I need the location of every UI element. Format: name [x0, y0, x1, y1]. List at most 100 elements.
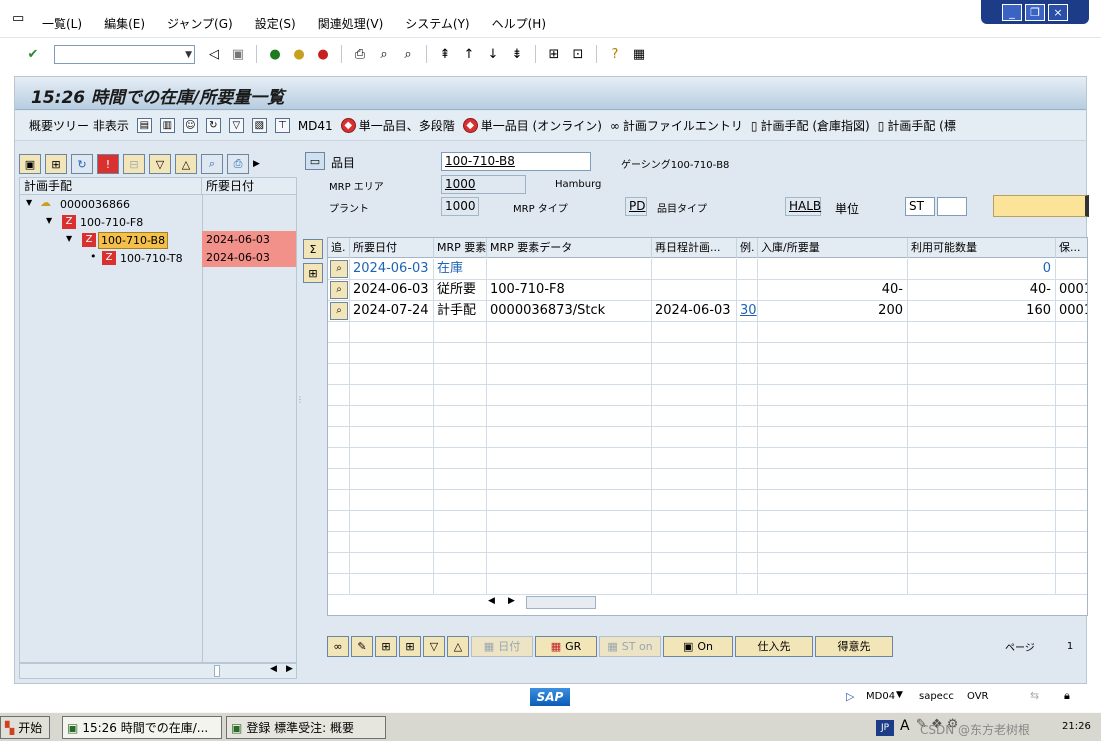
scroll-left-icon[interactable]: ◀ — [488, 596, 495, 606]
header-yellow-button[interactable] — [993, 195, 1089, 217]
shortcut-icon[interactable]: ⊡ — [569, 45, 587, 63]
close-button[interactable]: × — [1048, 3, 1068, 21]
new-session-icon[interactable]: ⊞ — [545, 45, 563, 63]
customer-button[interactable]: 得意先 — [815, 635, 893, 657]
planning-file-entry-button[interactable]: ∞ 計画ファイルエントリ — [610, 117, 743, 134]
next-page-icon[interactable]: ↓ — [484, 45, 502, 63]
tree-structure-icon[interactable]: ⊞ — [45, 154, 67, 174]
unit-field[interactable]: ST — [905, 197, 935, 216]
md41-button[interactable]: MD41 — [298, 119, 333, 133]
scroll-right-icon[interactable]: ▶ — [286, 664, 293, 674]
material-field[interactable]: 100-710-B8 — [441, 152, 591, 171]
col-header[interactable]: 再日程計画... — [652, 238, 737, 258]
table-cell[interactable] — [737, 280, 758, 301]
tree-expand-icon[interactable]: ▽ — [149, 154, 171, 174]
pane-splitter[interactable]: ⋮ — [296, 396, 304, 417]
col-header[interactable]: 利用可能数量 — [908, 238, 1056, 258]
help-icon[interactable]: ? — [606, 45, 624, 63]
table-row[interactable]: ⌕ 2024-06-03 在庫 0 — [328, 259, 1087, 280]
tree-row[interactable]: ▼ ☁ 0000036866 — [20, 195, 296, 213]
table-cell[interactable]: 30 — [737, 301, 758, 322]
col-header[interactable]: 追. — [328, 238, 350, 258]
tree-refresh-icon[interactable]: ↻ — [71, 154, 93, 174]
menu-system[interactable]: システム(Y) — [405, 15, 469, 32]
refresh-icon[interactable]: ↻ — [205, 118, 221, 133]
single-item-online-button[interactable]: ◆ 単一品目 (オンライン) — [462, 117, 602, 134]
document-icon[interactable]: ▥ — [159, 118, 175, 133]
planned-order-wh-button[interactable]: ▯ 計画手配 (倉庫指図) — [751, 117, 870, 134]
date-button[interactable]: ▦ 日付 — [471, 635, 533, 657]
person-icon[interactable]: ☺ — [182, 118, 198, 133]
chevron-down-icon[interactable]: ▼ — [896, 690, 903, 700]
scroll-right-icon[interactable]: ▶ — [508, 596, 515, 606]
back-icon[interactable]: ● — [266, 45, 284, 63]
mrp-area-field[interactable]: 1000 — [441, 175, 526, 194]
selection-icon[interactable]: ⊞ — [303, 263, 323, 283]
detail-search-icon[interactable]: ⌕ — [330, 302, 348, 320]
first-page-icon[interactable]: ⇞ — [436, 45, 454, 63]
table-cell[interactable] — [737, 259, 758, 280]
expand-icon[interactable]: ▽ — [423, 635, 445, 657]
layout-icon[interactable]: ▦ — [630, 45, 648, 63]
tree-find-icon[interactable]: ⌕ — [201, 154, 223, 174]
selection-icon[interactable]: ▧ — [251, 118, 267, 133]
start-button[interactable]: ▚ 开始 — [0, 716, 50, 739]
pencil-icon[interactable]: ✎ — [351, 635, 373, 657]
detail-search-icon[interactable]: ⌕ — [330, 260, 348, 278]
tree-exception-icon[interactable]: ! — [97, 154, 119, 174]
glasses-icon[interactable]: ∞ — [327, 635, 349, 657]
save-icon[interactable]: ▣ — [229, 45, 247, 63]
col-header[interactable]: 保... — [1056, 238, 1087, 258]
menu-jump[interactable]: ジャンプ(G) — [167, 15, 233, 32]
plant-field[interactable]: 1000 — [441, 197, 479, 216]
chevron-down-icon[interactable]: ▼ — [185, 50, 192, 60]
scroll-thumb[interactable] — [526, 596, 596, 609]
taskbar-item-sales[interactable]: ▣ 登録 標準受注: 概要 — [226, 716, 386, 739]
st-on-button[interactable]: ▦ ST on — [599, 635, 661, 657]
menu-icon[interactable]: ▭ — [12, 11, 28, 26]
tree-collapse-icon[interactable]: △ — [175, 154, 197, 174]
on-button[interactable]: ▣ On — [663, 635, 733, 657]
tree-row[interactable]: • Z 100-710-T8 2024-06-03 — [20, 249, 296, 267]
ime-icon[interactable]: A — [900, 718, 910, 734]
unit-extra-field[interactable] — [937, 197, 967, 216]
menu-edit[interactable]: 編集(E) — [104, 15, 145, 32]
col-header[interactable]: 所要日付 — [350, 238, 434, 258]
tree-col-date[interactable]: 所要日付 — [202, 178, 296, 194]
expand-arrow-icon[interactable]: ▼ — [46, 216, 52, 225]
tree-print-icon[interactable]: ⎙ — [227, 154, 249, 174]
last-page-icon[interactable]: ⇟ — [508, 45, 526, 63]
structure-add-icon[interactable]: ⊞ — [399, 635, 421, 657]
print-icon[interactable]: ⎙ — [351, 45, 369, 63]
tree-hierarchy-icon[interactable]: ⊟ — [123, 154, 145, 174]
tree-detail-icon[interactable]: ▣ — [19, 154, 41, 174]
scroll-thumb[interactable] — [214, 665, 220, 677]
grid-hscroll[interactable]: ◀ ▶ — [488, 595, 768, 611]
menu-help[interactable]: ヘルプ(H) — [492, 15, 546, 32]
minimize-button[interactable]: _ — [1002, 3, 1022, 21]
sum-icon[interactable]: Σ — [303, 239, 323, 259]
planned-order-std-button[interactable]: ▯ 計画手配 (標 — [878, 117, 956, 134]
more-arrow-icon[interactable]: ▶ — [253, 159, 260, 169]
expand-arrow-icon[interactable]: ▼ — [66, 234, 72, 243]
scroll-left-icon[interactable]: ◀ — [270, 664, 277, 674]
tree-col-node[interactable]: 計画手配 — [20, 178, 202, 194]
single-item-multilevel-button[interactable]: ◆ 単一品目、多段階 — [340, 117, 455, 134]
vendor-button[interactable]: 仕入先 — [735, 635, 813, 657]
structure-icon[interactable]: ⊞ — [375, 635, 397, 657]
menu-settings[interactable]: 設定(S) — [255, 15, 296, 32]
enter-icon[interactable]: ✔ — [24, 45, 42, 63]
cancel-icon[interactable]: ● — [314, 45, 332, 63]
table-row[interactable]: ⌕2024-06-03従所要100-710-F840-40-0001 — [328, 280, 1087, 301]
col-header[interactable]: 例. — [737, 238, 758, 258]
material-type-field[interactable]: HALB — [785, 197, 821, 216]
tree-row-selected[interactable]: ▼ Z 100-710-B8 2024-06-03 — [20, 231, 296, 249]
material-icon[interactable]: ▤ — [136, 118, 152, 133]
tree-row[interactable]: ▼ Z 100-710-F8 — [20, 213, 296, 231]
collapse-icon[interactable]: △ — [447, 635, 469, 657]
find-icon[interactable]: ⌕ — [375, 45, 393, 63]
col-header[interactable]: MRP 要素データ — [487, 238, 652, 258]
pegging-icon[interactable]: ⊤ — [274, 118, 290, 133]
expand-arrow-icon[interactable]: ▼ — [26, 198, 32, 207]
taskbar-item-mrp[interactable]: ▣ 15:26 時間での在庫/... — [62, 716, 222, 739]
